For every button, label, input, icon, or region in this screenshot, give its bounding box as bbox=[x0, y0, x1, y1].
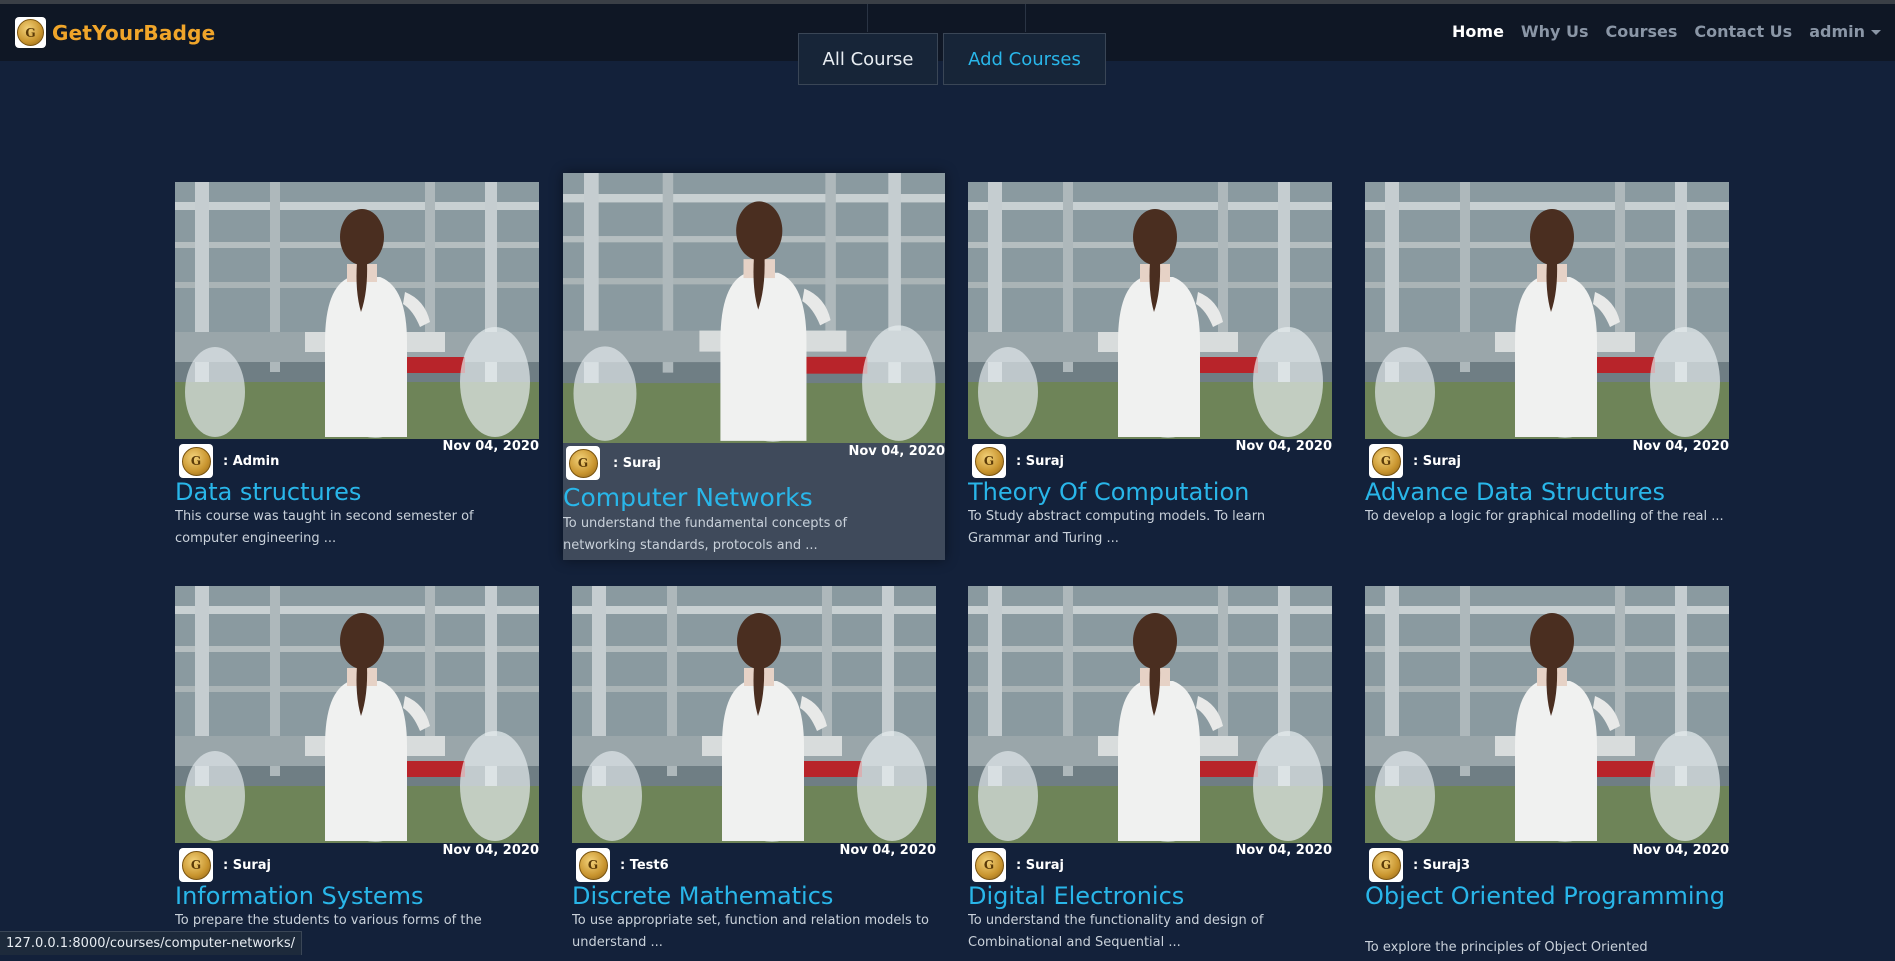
chevron-down-icon bbox=[1871, 30, 1881, 35]
course-date: Nov 04, 2020 bbox=[1632, 843, 1729, 858]
course-title[interactable]: Digital Electronics bbox=[968, 883, 1332, 910]
author-avatar: G bbox=[1369, 848, 1403, 882]
author-avatar: G bbox=[179, 848, 213, 882]
course-image[interactable] bbox=[572, 586, 936, 843]
course-card[interactable]: G : Test6 Nov 04, 2020 Discrete Mathemat… bbox=[572, 586, 936, 961]
course-card-hovered[interactable]: G : Suraj Nov 04, 2020 Computer Networks… bbox=[563, 173, 945, 560]
badge-coin-icon: G bbox=[181, 446, 211, 476]
course-title[interactable]: Object Oriented Programming bbox=[1365, 883, 1729, 910]
badge-coin-icon: G bbox=[578, 850, 608, 880]
author-name: : Suraj bbox=[1016, 858, 1064, 873]
course-description: To Study abstract computing models. To l… bbox=[968, 509, 1266, 546]
course-image[interactable] bbox=[968, 182, 1332, 439]
badge-coin-icon: G bbox=[568, 448, 598, 478]
author-row: G : Suraj Nov 04, 2020 bbox=[175, 843, 539, 882]
author-name: : Suraj3 bbox=[1413, 858, 1471, 873]
nav-courses-link[interactable]: Courses bbox=[1605, 22, 1677, 41]
tab-add-courses[interactable]: Add Courses bbox=[943, 33, 1106, 85]
author-name: : Suraj bbox=[1413, 454, 1461, 469]
author-avatar: G bbox=[179, 444, 213, 478]
course-description: To understand the functionality and desi… bbox=[968, 913, 1264, 950]
author-row: G : Admin Nov 04, 2020 bbox=[175, 439, 539, 478]
course-description: To explore the principles of Object Orie… bbox=[1365, 940, 1648, 955]
author-name: : Suraj bbox=[223, 858, 271, 873]
brand-logo: G bbox=[15, 17, 46, 48]
course-card[interactable]: G : Suraj Nov 04, 2020 Digital Electroni… bbox=[968, 586, 1332, 961]
badge-coin-icon: G bbox=[974, 850, 1004, 880]
course-card[interactable]: G : Suraj Nov 04, 2020 Information Syste… bbox=[175, 586, 539, 961]
course-card[interactable]: G : Suraj Nov 04, 2020 Theory Of Computa… bbox=[968, 182, 1332, 557]
course-title[interactable]: Advance Data Structures bbox=[1365, 479, 1729, 506]
course-title[interactable]: Theory Of Computation bbox=[968, 479, 1332, 506]
status-bar-url: 127.0.0.1:8000/courses/computer-networks… bbox=[0, 931, 302, 955]
nav-contact-link[interactable]: Contact Us bbox=[1694, 22, 1792, 41]
course-title[interactable]: Data structures bbox=[175, 479, 539, 506]
course-image[interactable] bbox=[1365, 586, 1729, 843]
badge-coin-icon: G bbox=[181, 850, 211, 880]
badge-coin-icon: G bbox=[1371, 446, 1401, 476]
course-date: Nov 04, 2020 bbox=[442, 439, 539, 454]
tab-all-course[interactable]: All Course bbox=[798, 33, 938, 85]
author-row: G : Suraj3 Nov 04, 2020 bbox=[1365, 843, 1729, 882]
course-card[interactable]: G : Suraj Nov 04, 2020 Advance Data Stru… bbox=[1365, 182, 1729, 557]
course-card[interactable]: G : Suraj3 Nov 04, 2020 Object Oriented … bbox=[1365, 586, 1729, 961]
author-avatar: G bbox=[576, 848, 610, 882]
course-image[interactable] bbox=[1365, 182, 1729, 439]
author-name: : Suraj bbox=[613, 456, 661, 471]
course-image[interactable] bbox=[175, 182, 539, 439]
course-image[interactable] bbox=[563, 173, 945, 443]
badge-coin-icon: G bbox=[974, 446, 1004, 476]
author-avatar: G bbox=[972, 444, 1006, 478]
nav-why-us-link[interactable]: Why Us bbox=[1521, 22, 1589, 41]
course-description: To understand the fundamental concepts o… bbox=[563, 516, 848, 553]
course-description: To prepare the students to various forms… bbox=[175, 913, 482, 928]
brand[interactable]: G GetYourBadge bbox=[15, 17, 215, 48]
nav-home-link[interactable]: Home bbox=[1452, 22, 1504, 41]
course-date: Nov 04, 2020 bbox=[1235, 843, 1332, 858]
author-name: : Suraj bbox=[1016, 454, 1064, 469]
course-image[interactable] bbox=[968, 586, 1332, 843]
badge-coin-icon: G bbox=[17, 19, 44, 46]
course-description: To use appropriate set, function and rel… bbox=[572, 913, 929, 950]
course-date: Nov 04, 2020 bbox=[839, 843, 936, 858]
author-avatar: G bbox=[972, 848, 1006, 882]
tab-divider bbox=[1025, 4, 1026, 32]
course-description: This course was taught in second semeste… bbox=[175, 509, 474, 546]
course-description: To develop a logic for graphical modelli… bbox=[1365, 509, 1724, 524]
nav-links: Home Why Us Courses Contact Us admin bbox=[1435, 22, 1881, 41]
author-name: : Admin bbox=[223, 454, 280, 469]
course-image[interactable] bbox=[175, 586, 539, 843]
course-title[interactable]: Computer Networks bbox=[563, 484, 945, 511]
author-row: G : Suraj Nov 04, 2020 bbox=[968, 843, 1332, 882]
author-row: G : Suraj Nov 04, 2020 bbox=[968, 439, 1332, 478]
user-menu-dropdown[interactable]: admin bbox=[1809, 22, 1881, 41]
author-row: G : Suraj Nov 04, 2020 bbox=[1365, 439, 1729, 478]
course-card[interactable]: G : Admin Nov 04, 2020 Data structures T… bbox=[175, 182, 539, 557]
course-title[interactable]: Information Systems bbox=[175, 883, 539, 910]
course-date: Nov 04, 2020 bbox=[1632, 439, 1729, 454]
course-title[interactable]: Discrete Mathematics bbox=[572, 883, 936, 910]
brand-name: GetYourBadge bbox=[52, 20, 216, 45]
user-name: admin bbox=[1809, 22, 1865, 41]
author-row: G : Test6 Nov 04, 2020 bbox=[572, 843, 936, 882]
course-date: Nov 04, 2020 bbox=[1235, 439, 1332, 454]
author-avatar: G bbox=[566, 446, 600, 480]
badge-coin-icon: G bbox=[1371, 850, 1401, 880]
author-row: G : Suraj Nov 04, 2020 bbox=[563, 444, 945, 480]
tab-divider bbox=[867, 4, 868, 32]
author-avatar: G bbox=[1369, 444, 1403, 478]
author-name: : Test6 bbox=[620, 858, 669, 873]
course-date: Nov 04, 2020 bbox=[848, 444, 945, 459]
course-date: Nov 04, 2020 bbox=[442, 843, 539, 858]
